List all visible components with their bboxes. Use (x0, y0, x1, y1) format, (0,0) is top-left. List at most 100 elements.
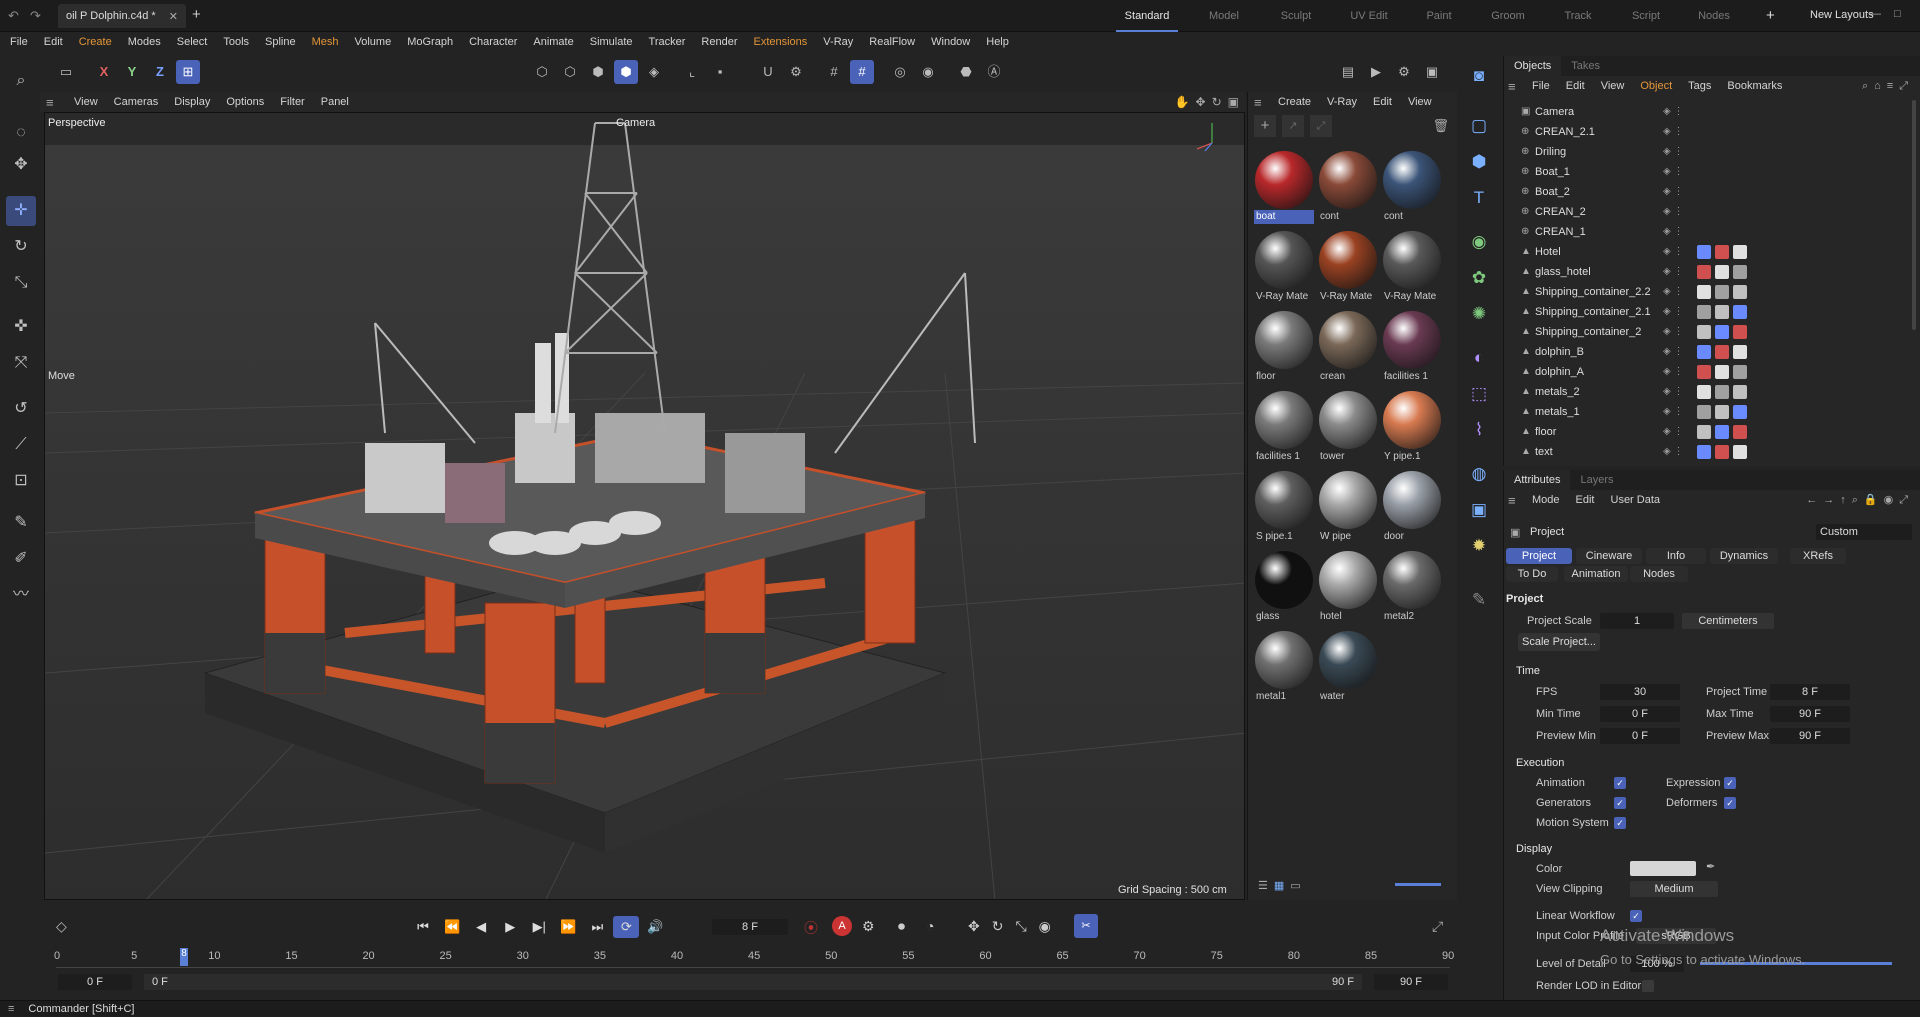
max-time-field[interactable]: 90 F (1770, 706, 1850, 722)
visibility-dots-icon[interactable]: ◈ ⋮ (1663, 122, 1683, 142)
cloner-icon[interactable]: ✿ (1465, 264, 1493, 292)
material-tag-icon[interactable] (1715, 405, 1729, 419)
render-view-icon[interactable]: ▶ (1364, 60, 1388, 84)
timeline-settings-icon[interactable]: ◔ (926, 918, 934, 934)
menu-animate[interactable]: Animate (525, 32, 581, 52)
layout-groom[interactable]: Groom (1480, 0, 1536, 32)
material-tag-icon[interactable] (1733, 365, 1747, 379)
visibility-dots-icon[interactable]: ◈ ⋮ (1663, 182, 1683, 202)
preview-start-field[interactable]: 0 F (58, 974, 132, 990)
visibility-dots-icon[interactable]: ◈ ⋮ (1663, 382, 1683, 402)
material-tag-icon[interactable] (1733, 345, 1747, 359)
menu-mesh[interactable]: Mesh (304, 32, 347, 52)
object-row[interactable]: ▲ metals_2 ◈ ⋮ (1507, 382, 1917, 402)
menu-help[interactable]: Help (978, 32, 1017, 52)
material-swatch[interactable]: water (1318, 630, 1378, 706)
tab-takes[interactable]: Takes (1561, 56, 1610, 76)
axis-y-toggle[interactable]: Y (120, 60, 144, 84)
viewport-navigation-icons[interactable]: ✋✥↻▣ (1175, 95, 1245, 109)
material-swatch[interactable]: W pipe (1318, 470, 1378, 546)
minimize-icon[interactable]: — (1870, 8, 1881, 20)
menu-tools[interactable]: Tools (215, 32, 257, 52)
subtab-animation[interactable]: Animation (1564, 566, 1628, 582)
tab-layers[interactable]: Layers (1570, 470, 1623, 490)
playhead[interactable]: 8 (180, 948, 188, 966)
object-row[interactable]: ▲ dolphin_B ◈ ⋮ (1507, 342, 1917, 362)
link-icon[interactable]: ↗ (1282, 115, 1304, 137)
snap-timeline-icon[interactable]: ✂ (1074, 914, 1098, 938)
menu-vray[interactable]: V-Ray (815, 32, 861, 52)
motion-record-icon[interactable]: ⏺ (898, 918, 905, 935)
visibility-dots-icon[interactable]: ◈ ⋮ (1663, 322, 1683, 342)
axis-z-toggle[interactable]: Z (148, 60, 172, 84)
menu-render[interactable]: Render (693, 32, 745, 52)
text-object-icon[interactable]: T (1465, 184, 1493, 212)
material-tag-icon[interactable] (1697, 265, 1711, 279)
coordinate-system-icon[interactable]: ⊞ (176, 60, 200, 84)
visibility-dots-icon[interactable]: ◈ ⋮ (1663, 202, 1683, 222)
generator-icon[interactable]: ◉ (1465, 228, 1493, 256)
visibility-dots-icon[interactable]: ◈ ⋮ (1663, 242, 1683, 262)
deformer-icon[interactable]: ◐ (1465, 344, 1493, 372)
objects-menu-file[interactable]: File (1524, 76, 1558, 96)
axis-x-toggle[interactable]: X (92, 60, 116, 84)
workplane-icon[interactable]: ▪ (708, 60, 732, 84)
grid-snap-icon[interactable]: # (822, 60, 846, 84)
light-icon[interactable]: ✹ (1465, 532, 1493, 560)
visibility-dots-icon[interactable]: ◈ ⋮ (1663, 142, 1683, 162)
material-tag-icon[interactable] (1733, 265, 1747, 279)
key-settings-icon[interactable]: ⚙ (862, 918, 875, 935)
next-frame-icon[interactable]: ▶| (526, 916, 552, 938)
visibility-dots-icon[interactable]: ◈ ⋮ (1663, 402, 1683, 422)
camera-object-icon[interactable]: ◙ (1465, 62, 1493, 90)
material-tag-icon[interactable] (1715, 245, 1729, 259)
tab-attributes[interactable]: Attributes (1504, 470, 1571, 490)
rotate-tool-icon[interactable]: ↻ (6, 232, 36, 262)
viewport-menu-view[interactable]: View (66, 92, 106, 112)
material-swatch[interactable]: crean (1318, 310, 1378, 386)
list-view-icon[interactable]: ☰ (1258, 879, 1268, 892)
placement-tool-icon[interactable]: ⤧ (6, 348, 36, 378)
visibility-dots-icon[interactable]: ◈ ⋮ (1663, 162, 1683, 182)
material-menu-create[interactable]: Create (1270, 92, 1319, 112)
transform-tool-icon[interactable]: ✜ (6, 312, 36, 342)
material-tag-icon[interactable] (1733, 325, 1747, 339)
material-tag-icon[interactable] (1697, 445, 1711, 459)
material-swatch[interactable]: S pipe.1 (1254, 470, 1314, 546)
menu-simulate[interactable]: Simulate (582, 32, 641, 52)
texture-mode-icon[interactable]: ◈ (642, 60, 666, 84)
material-tag-icon[interactable] (1697, 305, 1711, 319)
menu-window[interactable]: Window (923, 32, 978, 52)
hamburger-icon[interactable]: ≡ (1508, 79, 1524, 94)
material-tag-icon[interactable] (1697, 245, 1711, 259)
layout-sculpt[interactable]: Sculpt (1266, 0, 1326, 32)
subtab-project[interactable]: Project (1506, 548, 1572, 564)
material-swatch[interactable]: boat (1254, 150, 1314, 226)
autokey-icon[interactable]: Ⓐ (982, 60, 1006, 84)
material-tag-icon[interactable] (1697, 385, 1711, 399)
render-lod-checkbox[interactable] (1642, 980, 1654, 992)
material-swatch[interactable]: facilities 1 (1382, 310, 1442, 386)
points-mode-icon[interactable]: ⬡ (530, 60, 554, 84)
grid-tools-icon[interactable]: ⊡ (6, 466, 36, 496)
layout-track[interactable]: Track (1550, 0, 1606, 32)
objects-menu-edit[interactable]: Edit (1558, 76, 1593, 96)
object-row[interactable]: ▲ Shipping_container_2 ◈ ⋮ (1507, 322, 1917, 342)
object-row[interactable]: ⊕ Boat_2 ◈ ⋮ (1507, 182, 1917, 202)
attr-menu-edit[interactable]: Edit (1568, 490, 1603, 510)
next-key-icon[interactable]: ⏩ (555, 916, 581, 938)
hamburger-icon[interactable]: ≡ (1508, 493, 1524, 508)
material-tag-icon[interactable] (1715, 445, 1729, 459)
visibility-dots-icon[interactable]: ◈ ⋮ (1663, 442, 1683, 462)
polygons-mode-icon[interactable]: ⬢ (586, 60, 610, 84)
live-selection-icon[interactable]: ◌ (6, 118, 36, 148)
object-row[interactable]: ⊕ CREAN_2.1 ◈ ⋮ (1507, 122, 1917, 142)
material-tag-icon[interactable] (1697, 345, 1711, 359)
object-row[interactable]: ▲ glass_hotel ◈ ⋮ (1507, 262, 1917, 282)
field-icon[interactable]: ⬚ (1465, 380, 1493, 408)
objects-menu-tags[interactable]: Tags (1680, 76, 1719, 96)
project-time-field[interactable]: 8 F (1770, 684, 1850, 700)
material-swatch[interactable]: metal2 (1382, 550, 1442, 626)
viewport-menu-options[interactable]: Options (218, 92, 272, 112)
material-tag-icon[interactable] (1715, 305, 1729, 319)
